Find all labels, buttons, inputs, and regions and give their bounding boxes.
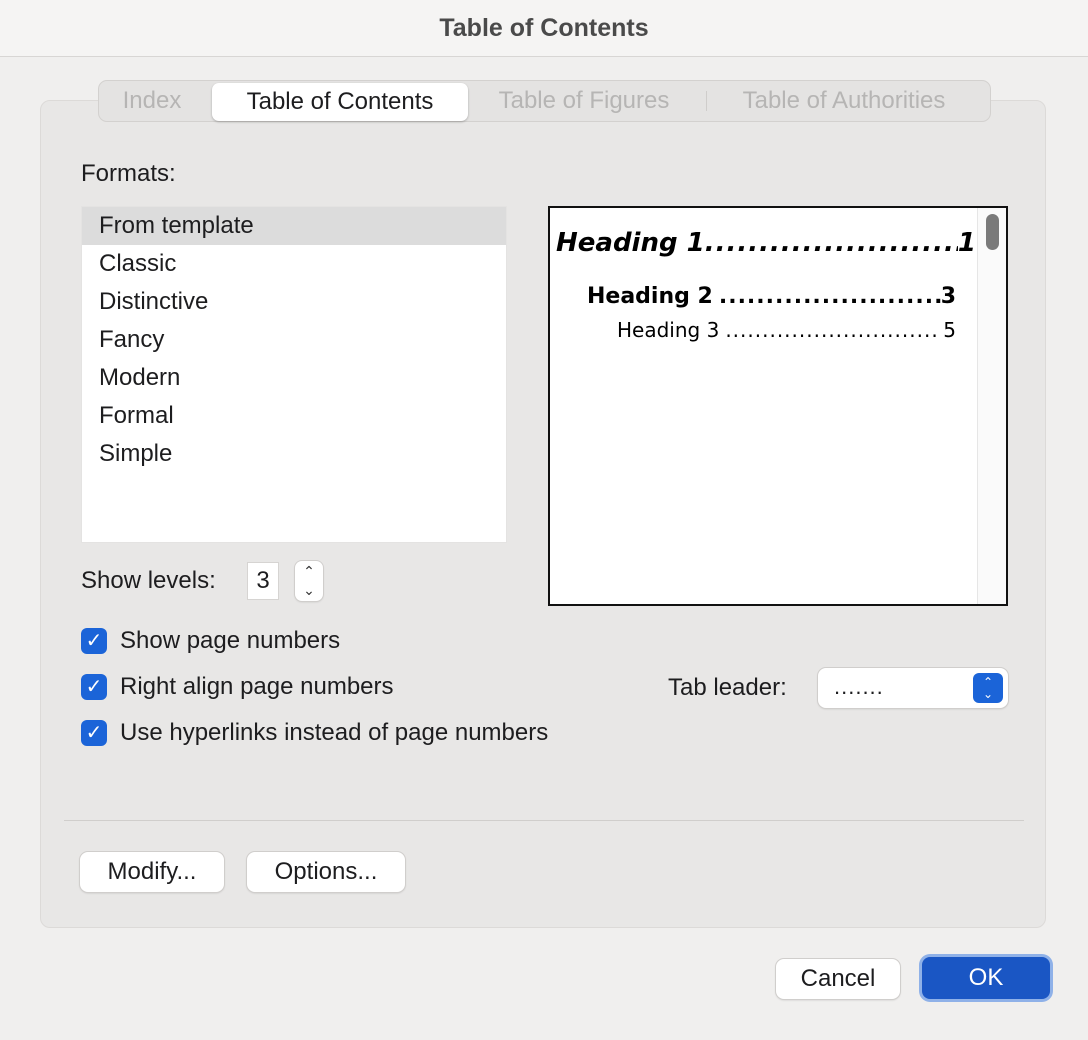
modify-button[interactable]: Modify...	[80, 852, 224, 892]
leader-dots: ........................................…	[704, 228, 958, 258]
preview-scrollbar[interactable]	[977, 208, 1006, 604]
leader-dots: ........................................…	[718, 284, 941, 309]
preview-heading-1-page: 1	[957, 228, 976, 258]
cancel-button[interactable]: Cancel	[776, 959, 900, 999]
options-button[interactable]: Options...	[247, 852, 405, 892]
checkmark-icon: ✓	[85, 676, 103, 698]
formats-list[interactable]: From template Classic Distinctive Fancy …	[81, 206, 507, 543]
format-item-formal[interactable]: Formal	[82, 397, 506, 435]
leader-dots: ........................................…	[725, 318, 937, 342]
tab-separator	[706, 91, 707, 111]
divider	[64, 820, 1024, 821]
show-page-numbers-checkbox[interactable]: ✓	[81, 628, 107, 654]
right-align-label[interactable]: Right align page numbers	[120, 673, 394, 701]
preview-heading-3-text: Heading 3	[617, 318, 720, 342]
show-levels-label: Show levels:	[81, 567, 216, 594]
tab-bar: Index Table of Contents Table of Figures…	[98, 80, 991, 122]
format-item-from-template[interactable]: From template	[82, 207, 506, 245]
preview-heading-3-page: 5	[943, 318, 956, 342]
tab-leader-label: Tab leader:	[668, 674, 787, 701]
preview-heading-1-text: Heading 1	[556, 228, 705, 258]
toc-preview: Heading 1 ..............................…	[548, 206, 1008, 606]
chevron-down-icon[interactable]: ⌄	[303, 581, 315, 600]
checkmark-icon: ✓	[85, 722, 103, 744]
hyperlinks-label[interactable]: Use hyperlinks instead of page numbers	[120, 719, 548, 747]
preview-heading-3: Heading 3 ..............................…	[617, 318, 956, 342]
checkmark-icon: ✓	[85, 630, 103, 652]
tab-leader-select[interactable]: ....... ⌃ ⌄	[818, 668, 1008, 708]
tab-index[interactable]: Index	[111, 81, 193, 121]
tab-table-of-figures[interactable]: Table of Figures	[483, 81, 685, 121]
format-item-distinctive[interactable]: Distinctive	[82, 283, 506, 321]
format-item-fancy[interactable]: Fancy	[82, 321, 506, 359]
preview-heading-2-text: Heading 2	[587, 284, 713, 309]
chevron-up-icon[interactable]: ⌃	[303, 562, 315, 581]
right-align-checkbox[interactable]: ✓	[81, 674, 107, 700]
hyperlinks-checkbox[interactable]: ✓	[81, 720, 107, 746]
window-title: Table of Contents	[439, 13, 649, 42]
tab-table-of-authorities[interactable]: Table of Authorities	[721, 81, 967, 121]
preview-scroll-thumb[interactable]	[986, 214, 999, 250]
tab-table-of-contents[interactable]: Table of Contents	[212, 83, 468, 121]
show-levels-stepper[interactable]: ⌃ ⌄	[295, 561, 323, 601]
format-item-classic[interactable]: Classic	[82, 245, 506, 283]
preview-heading-2-page: 3	[940, 284, 956, 309]
show-page-numbers-label[interactable]: Show page numbers	[120, 627, 340, 655]
preview-heading-1: Heading 1 ..............................…	[556, 228, 976, 258]
formats-label: Formats:	[81, 160, 176, 187]
format-item-simple[interactable]: Simple	[82, 435, 506, 473]
tab-leader-value: .......	[834, 674, 884, 699]
preview-heading-2: Heading 2 ..............................…	[587, 284, 956, 309]
up-down-arrows-icon: ⌃ ⌄	[973, 673, 1003, 703]
title-bar: Table of Contents	[0, 0, 1088, 57]
show-levels-input[interactable]: 3	[247, 562, 279, 600]
format-item-modern[interactable]: Modern	[82, 359, 506, 397]
ok-button[interactable]: OK	[922, 957, 1050, 999]
